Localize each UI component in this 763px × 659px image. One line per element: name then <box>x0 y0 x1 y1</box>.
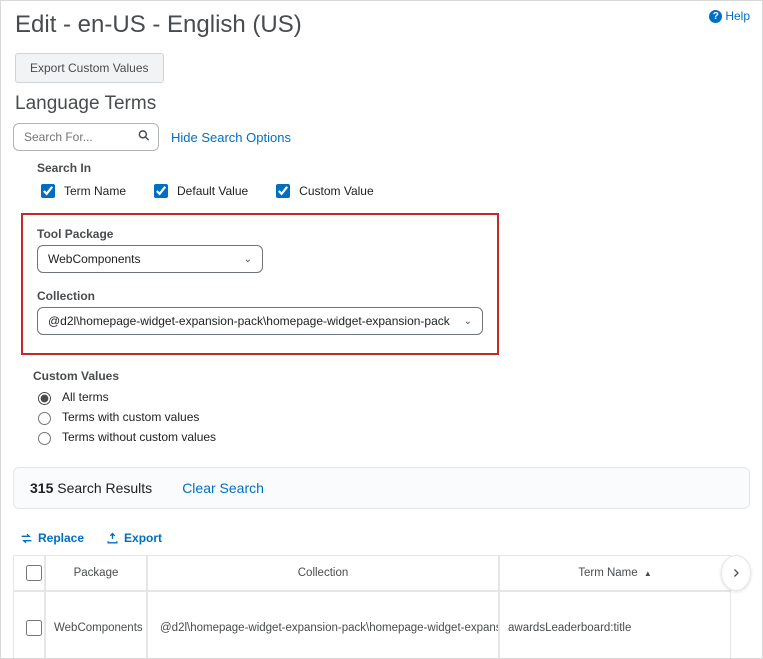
chevron-right-icon <box>730 567 742 579</box>
checkbox-term-name-input[interactable] <box>41 184 55 198</box>
radio-all-terms[interactable]: All terms <box>33 389 762 405</box>
scroll-right-button[interactable] <box>721 555 751 591</box>
chevron-down-icon: ⌄ <box>464 316 472 327</box>
section-title: Language Terms <box>15 93 748 115</box>
radio-with-custom[interactable]: Terms with custom values <box>33 409 762 425</box>
results-count-text: 315 Search Results <box>30 480 152 496</box>
help-link[interactable]: ? Help <box>709 9 750 23</box>
select-all-checkbox[interactable] <box>26 565 42 581</box>
cell-collection: @d2l\homepage-widget-expansion-pack\home… <box>147 591 499 659</box>
radio-without-custom-label: Terms without custom values <box>62 430 216 444</box>
checkbox-term-name-label: Term Name <box>64 184 126 198</box>
header-collection[interactable]: Collection <box>147 555 499 591</box>
search-in-label: Search In <box>37 161 762 175</box>
radio-with-custom-label: Terms with custom values <box>62 410 199 424</box>
hide-search-options-link[interactable]: Hide Search Options <box>171 130 291 145</box>
table-header-row: Package Collection Term Name ▲ <box>13 555 731 591</box>
chevron-down-icon: ⌄ <box>244 254 252 265</box>
checkbox-default-value-label: Default Value <box>177 184 248 198</box>
help-label: Help <box>725 9 750 23</box>
export-button[interactable]: Export <box>106 531 162 545</box>
table-row: WebComponents @d2l\homepage-widget-expan… <box>13 591 731 659</box>
results-bar: 315 Search Results Clear Search <box>13 467 750 509</box>
header-package[interactable]: Package <box>45 555 147 591</box>
radio-without-custom[interactable]: Terms without custom values <box>33 429 762 445</box>
search-icon[interactable] <box>137 129 151 146</box>
replace-icon <box>20 532 33 545</box>
help-icon: ? <box>709 10 722 23</box>
radio-all-terms-label: All terms <box>62 390 109 404</box>
collection-select[interactable]: @d2l\homepage-widget-expansion-pack\home… <box>37 307 483 335</box>
cell-term-name: awardsLeaderboard:title <box>499 591 731 659</box>
row-checkbox[interactable] <box>26 620 42 636</box>
radio-all-terms-input[interactable] <box>38 392 51 405</box>
tool-package-select[interactable]: WebComponents ⌄ <box>37 245 263 273</box>
sort-asc-icon: ▲ <box>644 569 652 578</box>
checkbox-custom-value-input[interactable] <box>276 184 290 198</box>
clear-search-link[interactable]: Clear Search <box>182 480 264 496</box>
header-term-name[interactable]: Term Name ▲ <box>499 555 731 591</box>
checkbox-custom-value[interactable]: Custom Value <box>272 181 373 201</box>
radio-without-custom-input[interactable] <box>38 432 51 445</box>
custom-values-label: Custom Values <box>33 369 762 383</box>
tool-package-value: WebComponents <box>48 252 141 266</box>
checkbox-default-value[interactable]: Default Value <box>150 181 248 201</box>
results-table: Package Collection Term Name ▲ WebCompon… <box>13 555 731 659</box>
results-suffix: Search Results <box>53 480 152 496</box>
header-term-name-label: Term Name <box>578 567 637 579</box>
export-label: Export <box>124 531 162 545</box>
checkbox-term-name[interactable]: Term Name <box>37 181 126 201</box>
replace-label: Replace <box>38 531 84 545</box>
export-icon <box>106 532 119 545</box>
checkbox-custom-value-label: Custom Value <box>299 184 373 198</box>
results-count: 315 <box>30 480 53 496</box>
page-title: Edit - en-US - English (US) <box>15 11 748 39</box>
filters-highlight-box: Tool Package WebComponents ⌄ Collection … <box>21 213 499 355</box>
cell-package: WebComponents <box>45 591 147 659</box>
replace-button[interactable]: Replace <box>20 531 84 545</box>
collection-label: Collection <box>37 289 483 303</box>
radio-with-custom-input[interactable] <box>38 412 51 425</box>
collection-value: @d2l\homepage-widget-expansion-pack\home… <box>48 314 450 328</box>
export-custom-values-button[interactable]: Export Custom Values <box>15 53 164 83</box>
tool-package-label: Tool Package <box>37 227 483 241</box>
checkbox-default-value-input[interactable] <box>154 184 168 198</box>
